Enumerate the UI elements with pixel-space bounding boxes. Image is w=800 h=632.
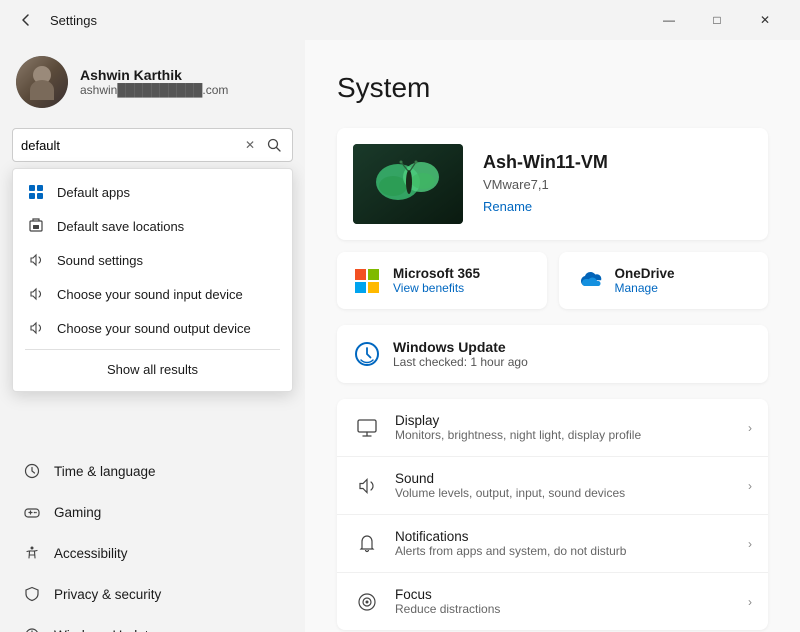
search-container: ✕ bbox=[0, 128, 305, 170]
rename-link[interactable]: Rename bbox=[483, 199, 532, 214]
default-apps-icon bbox=[27, 183, 45, 201]
search-box[interactable]: ✕ bbox=[12, 128, 293, 162]
windows-update-sub: Last checked: 1 hour ago bbox=[393, 355, 752, 369]
display-info: Display Monitors, brightness, night ligh… bbox=[395, 413, 734, 442]
onedrive-icon bbox=[575, 267, 603, 295]
search-result-default-save[interactable]: Default save locations bbox=[13, 209, 292, 243]
sound-icon bbox=[353, 472, 381, 500]
quick-link-onedrive[interactable]: OneDrive Manage bbox=[559, 252, 769, 309]
sound-input-icon bbox=[27, 285, 45, 303]
search-result-sound-output[interactable]: Choose your sound output device bbox=[13, 311, 292, 345]
minimize-button[interactable]: — bbox=[646, 4, 692, 36]
focus-chevron: › bbox=[748, 595, 752, 609]
search-result-sound-settings[interactable]: Sound settings bbox=[13, 243, 292, 277]
shield-icon bbox=[22, 584, 42, 604]
focus-info: Focus Reduce distractions bbox=[395, 587, 734, 616]
game-icon bbox=[22, 502, 42, 522]
focus-icon bbox=[353, 588, 381, 616]
system-details: Ash-Win11-VM VMware7,1 Rename bbox=[483, 152, 752, 216]
notifications-icon bbox=[353, 530, 381, 558]
sidebar-item-windows-update[interactable]: Windows Update bbox=[6, 615, 299, 632]
app-body: Ashwin Karthik ashwin██████████.com ✕ bbox=[0, 40, 800, 632]
quick-links: Microsoft 365 View benefits OneDrive Man… bbox=[337, 252, 768, 309]
microsoft365-action[interactable]: View benefits bbox=[393, 281, 480, 295]
titlebar: Settings — □ ✕ bbox=[0, 0, 800, 40]
content-area: System bbox=[305, 40, 800, 632]
onedrive-action[interactable]: Manage bbox=[615, 281, 675, 295]
system-sub: VMware7,1 bbox=[483, 177, 752, 192]
windows-update-title: Windows Update bbox=[393, 339, 752, 355]
notifications-chevron: › bbox=[748, 537, 752, 551]
avatar bbox=[16, 56, 68, 108]
display-icon bbox=[353, 414, 381, 442]
sound-output-icon bbox=[27, 319, 45, 337]
onedrive-title: OneDrive bbox=[615, 266, 675, 281]
user-name: Ashwin Karthik bbox=[80, 67, 228, 83]
search-clear-button[interactable]: ✕ bbox=[240, 135, 260, 155]
microsoft365-title: Microsoft 365 bbox=[393, 266, 480, 281]
back-button[interactable] bbox=[12, 6, 40, 34]
accessibility-icon bbox=[22, 543, 42, 563]
settings-item-sound[interactable]: Sound Volume levels, output, input, soun… bbox=[337, 457, 768, 515]
search-result-default-apps[interactable]: Default apps bbox=[13, 175, 292, 209]
show-all-results-button[interactable]: Show all results bbox=[13, 354, 292, 385]
sound-chevron: › bbox=[748, 479, 752, 493]
system-info-card: Ash-Win11-VM VMware7,1 Rename bbox=[337, 128, 768, 240]
settings-item-focus[interactable]: Focus Reduce distractions › bbox=[337, 573, 768, 630]
window-controls: — □ ✕ bbox=[646, 4, 788, 36]
system-image bbox=[353, 144, 463, 224]
default-save-icon bbox=[27, 217, 45, 235]
settings-list: Display Monitors, brightness, night ligh… bbox=[337, 399, 768, 630]
clock-icon bbox=[22, 461, 42, 481]
microsoft365-icon bbox=[353, 267, 381, 295]
windows-update-info: Windows Update Last checked: 1 hour ago bbox=[393, 339, 752, 369]
display-chevron: › bbox=[748, 421, 752, 435]
search-input[interactable] bbox=[21, 138, 236, 153]
settings-item-notifications[interactable]: Notifications Alerts from apps and syste… bbox=[337, 515, 768, 573]
windows-update-icon bbox=[22, 625, 42, 632]
windows-update-row[interactable]: Windows Update Last checked: 1 hour ago bbox=[337, 325, 768, 383]
search-result-sound-input[interactable]: Choose your sound input device bbox=[13, 277, 292, 311]
notifications-info: Notifications Alerts from apps and syste… bbox=[395, 529, 734, 558]
onedrive-info: OneDrive Manage bbox=[615, 266, 675, 295]
microsoft365-info: Microsoft 365 View benefits bbox=[393, 266, 480, 295]
sound-settings-icon bbox=[27, 251, 45, 269]
close-button[interactable]: ✕ bbox=[742, 4, 788, 36]
windows-update-row-icon bbox=[353, 340, 381, 368]
quick-link-microsoft365[interactable]: Microsoft 365 View benefits bbox=[337, 252, 547, 309]
search-icon[interactable] bbox=[264, 135, 284, 155]
avatar-image bbox=[16, 56, 68, 108]
maximize-button[interactable]: □ bbox=[694, 4, 740, 36]
sidebar-item-gaming[interactable]: Gaming bbox=[6, 492, 299, 532]
sidebar-item-time-language[interactable]: Time & language bbox=[6, 451, 299, 491]
search-dropdown: Default apps Default save locations bbox=[12, 168, 293, 392]
system-name: Ash-Win11-VM bbox=[483, 152, 752, 173]
titlebar-left: Settings bbox=[12, 6, 97, 34]
sidebar-item-privacy-security[interactable]: Privacy & security bbox=[6, 574, 299, 614]
settings-item-display[interactable]: Display Monitors, brightness, night ligh… bbox=[337, 399, 768, 457]
sidebar: Ashwin Karthik ashwin██████████.com ✕ bbox=[0, 40, 305, 632]
user-profile[interactable]: Ashwin Karthik ashwin██████████.com bbox=[0, 40, 305, 128]
dropdown-divider bbox=[25, 349, 280, 350]
window-title: Settings bbox=[50, 13, 97, 28]
sound-info: Sound Volume levels, output, input, soun… bbox=[395, 471, 734, 500]
sidebar-item-accessibility[interactable]: Accessibility bbox=[6, 533, 299, 573]
user-info: Ashwin Karthik ashwin██████████.com bbox=[80, 67, 228, 97]
user-email: ashwin██████████.com bbox=[80, 83, 228, 97]
page-title: System bbox=[337, 72, 768, 104]
